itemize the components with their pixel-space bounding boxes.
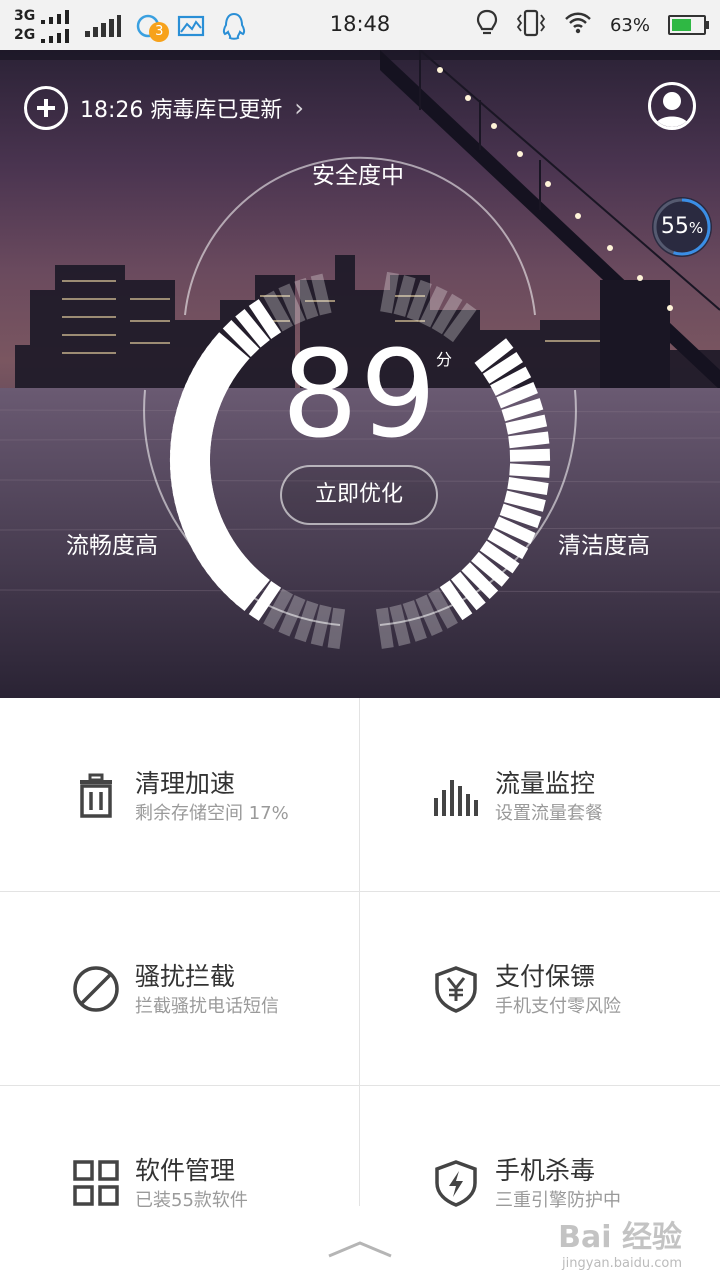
gauge-tick [393,275,416,317]
block-icon [73,966,119,1012]
gauge-tick [294,277,319,320]
feature-subtitle: 已装55款软件 [135,1190,248,1211]
score-unit: 分 [436,350,453,369]
gauge-tick [294,600,319,643]
gauge-tick [375,607,394,649]
gauge-tick [507,477,549,495]
trash-icon [80,773,112,818]
status-bar: 3G 2G 3 18:48 63% [0,0,720,50]
feature-harassment-block[interactable]: 骚扰拦截 拦截骚扰电话短信 [0,891,360,1084]
bar-chart-icon [434,780,478,816]
feature-title: 手机杀毒 [495,1156,596,1185]
gauge-tick [170,464,211,480]
lightning-shield-icon [435,1160,477,1207]
feature-subtitle: 剩余存储空间 17% [135,803,289,824]
feature-title: 骚扰拦截 [135,962,236,991]
vibrate-icon [516,9,546,42]
gauge-tick [509,463,551,478]
gauge-tick [389,604,411,647]
feature-grid: 清理加速 剩余存储空间 17% 流量监控 设置流量套餐 骚扰拦截 拦截骚扰电话短… [0,698,720,1280]
feature-title: 清理加速 [135,769,236,798]
feature-subtitle: 拦截骚扰电话短信 [135,996,279,1017]
feature-title: 软件管理 [135,1156,236,1185]
gauge-tick [327,607,346,649]
battery-percent: 63% [609,14,650,36]
cleanliness-label: 清洁度高 [558,533,650,559]
feature-subtitle: 设置流量套餐 [495,803,603,824]
gauge-tick [171,478,213,497]
feature-traffic-monitor[interactable]: 流量监控 设置流量套餐 [360,698,720,891]
feature-payment-guard[interactable]: 支付保镖 手机支付零风险 [360,891,720,1084]
gauge-tick [310,604,332,647]
feature-software-manage[interactable]: 软件管理 已装55款软件 [0,1085,360,1278]
smoothness-label: 流畅度高 [66,533,158,559]
feature-subtitle: 手机支付零风险 [495,996,621,1017]
grid-icon [73,1160,119,1206]
battery-icon [668,15,709,35]
gauge-tick [169,450,211,463]
gauge-tick [310,273,332,316]
security-score: 89 [281,326,439,465]
feature-title: 支付保镖 [495,962,596,991]
hero-banner: 18:26 病毒库已更新 › 55% 安全度中 流畅度高 清洁度高 89 分 立… [0,50,720,698]
feature-clean-speedup[interactable]: 清理加速 剩余存储空间 17% [0,698,360,891]
feature-subtitle: 三重引擎防护中 [495,1190,621,1211]
wifi-icon [564,11,592,40]
optimize-button[interactable]: 立即优化 [280,465,438,525]
chevron-up-icon[interactable] [326,1238,394,1260]
gauge-tick [169,457,211,470]
gauge-tick [380,271,399,314]
baidu-watermark: Bai 经验 jingyan.baidu.com [558,1220,682,1271]
gauge-tick [504,490,546,512]
feature-title: 流量监控 [495,769,596,798]
yen-shield-icon [435,966,477,1013]
safety-label: 安全度中 [312,163,404,189]
lightbulb-icon [476,9,498,42]
